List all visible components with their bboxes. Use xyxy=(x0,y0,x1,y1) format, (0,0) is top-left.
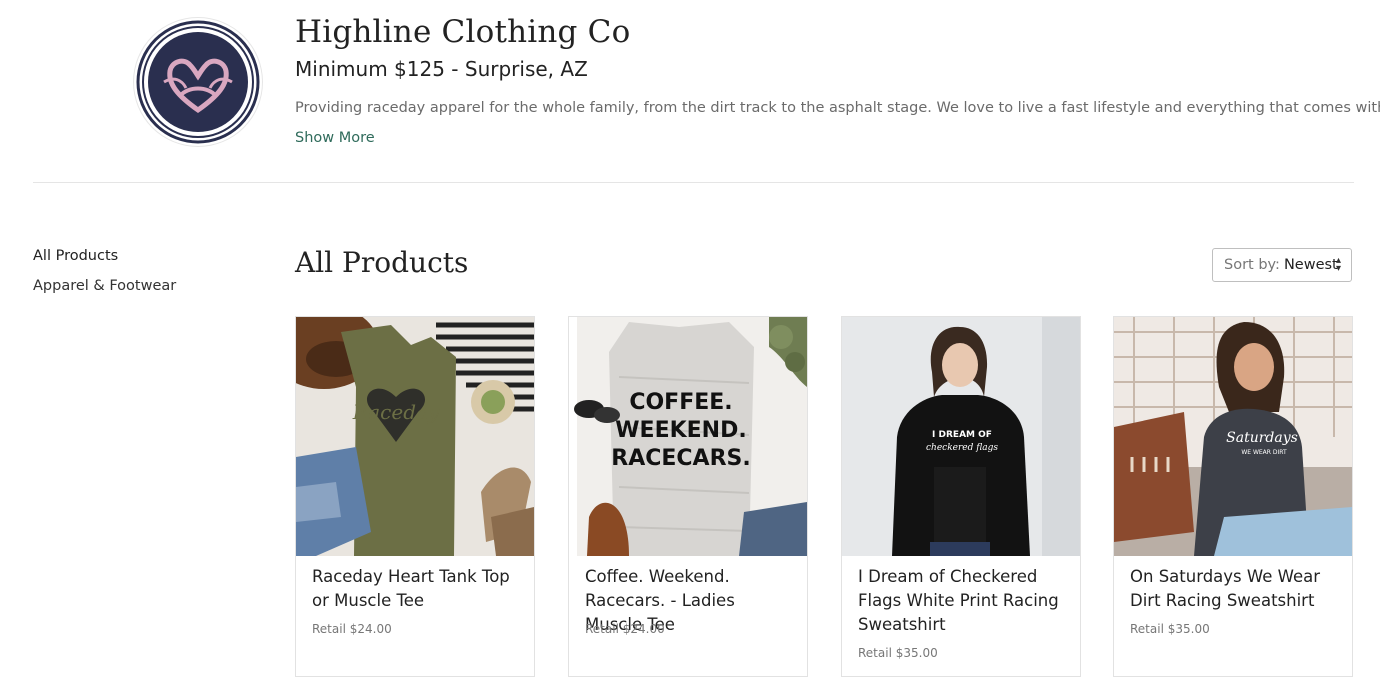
svg-text:WEEKEND.: WEEKEND. xyxy=(615,418,746,443)
svg-text:I DREAM OF: I DREAM OF xyxy=(932,430,992,440)
product-title[interactable]: On Saturdays We Wear Dirt Racing Sweatsh… xyxy=(1130,565,1340,613)
header-divider xyxy=(33,182,1354,183)
sort-arrows-icon: ▴ ▾ xyxy=(1335,255,1341,274)
sort-value: Newest xyxy=(1283,257,1338,273)
sort-label: Sort by: xyxy=(1224,257,1280,273)
category-sidebar: All Products Apparel & Footwear xyxy=(33,248,176,308)
svg-text:checkered flags: checkered flags xyxy=(926,443,998,453)
svg-text:COFFEE.: COFFEE. xyxy=(629,390,732,415)
svg-text:WE WEAR DIRT: WE WEAR DIRT xyxy=(1241,449,1287,456)
product-price: Retail $24.00 xyxy=(585,622,665,636)
sidebar-item-apparel-footwear[interactable]: Apparel & Footwear xyxy=(33,278,176,294)
brand-name: Highline Clothing Co xyxy=(295,14,631,50)
product-image[interactable]: I DREAM OF checkered flags xyxy=(842,317,1080,556)
page-title: All Products xyxy=(295,246,469,279)
product-title[interactable]: I Dream of Checkered Flags White Print R… xyxy=(858,565,1068,637)
product-card[interactable]: COFFEE. WEEKEND. RACECARS. Coffee. Weeke… xyxy=(568,316,808,677)
product-card[interactable]: I DREAM OF checkered flags I Dream of Ch… xyxy=(841,316,1081,677)
show-more-link[interactable]: Show More xyxy=(295,130,375,146)
sort-select[interactable]: Sort by: Newest ▴ ▾ xyxy=(1212,248,1352,282)
product-image[interactable]: Raceday xyxy=(296,317,534,556)
product-price: Retail $35.00 xyxy=(1130,622,1210,636)
svg-text:Raceday: Raceday xyxy=(352,400,440,424)
product-card[interactable]: Raceday Raceday Heart Tank Top or Muscle… xyxy=(295,316,535,677)
product-image[interactable]: COFFEE. WEEKEND. RACECARS. xyxy=(569,317,807,556)
svg-text:Saturdays: Saturdays xyxy=(1226,430,1298,446)
product-price: Retail $24.00 xyxy=(312,622,392,636)
brand-subtitle: Minimum $125 - Surprise, AZ xyxy=(295,57,588,81)
brand-logo xyxy=(134,18,262,146)
product-title[interactable]: Raceday Heart Tank Top or Muscle Tee xyxy=(312,565,522,613)
product-price: Retail $35.00 xyxy=(858,646,938,660)
svg-text:RACECARS.: RACECARS. xyxy=(611,446,750,471)
product-card[interactable]: Saturdays WE WEAR DIRT On Saturdays We W… xyxy=(1113,316,1353,677)
sidebar-item-all-products[interactable]: All Products xyxy=(33,248,176,264)
product-image[interactable]: Saturdays WE WEAR DIRT xyxy=(1114,317,1352,556)
brand-description: Providing raceday apparel for the whole … xyxy=(295,100,1380,116)
